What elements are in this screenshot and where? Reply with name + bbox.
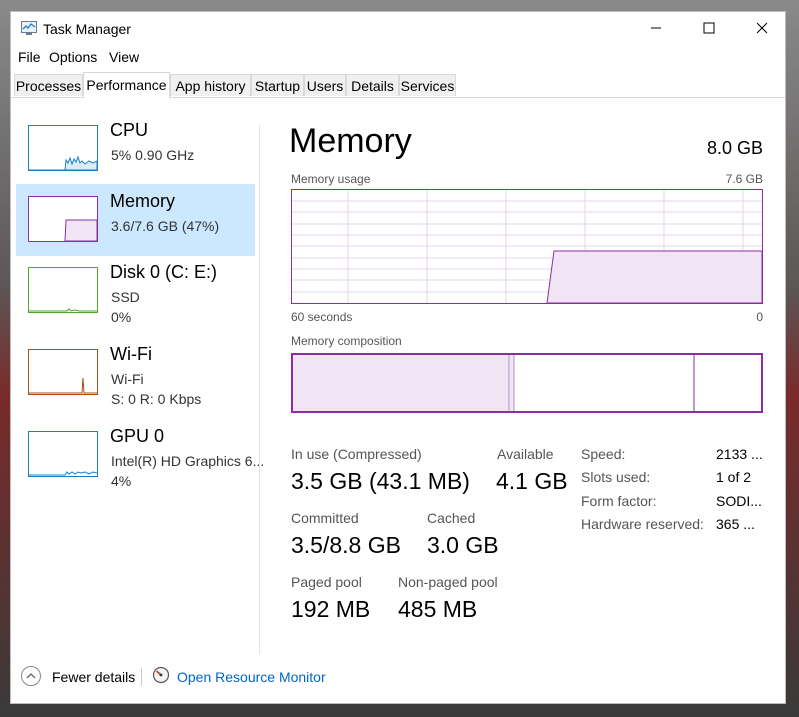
tab-services[interactable]: Services: [399, 74, 456, 96]
sidebar-wifi-name: Wi-Fi: [110, 344, 152, 364]
menu-options[interactable]: Options: [49, 49, 97, 65]
tab-processes[interactable]: Processes: [14, 74, 83, 96]
memory-composition-label: Memory composition: [291, 334, 402, 348]
page-title: Memory: [289, 122, 412, 160]
sidebar-disk-type: SSD: [111, 289, 140, 305]
sidebar-disk-usage: 0%: [111, 309, 132, 325]
menu-view[interactable]: View: [109, 49, 139, 65]
task-manager-app-icon: [21, 21, 37, 35]
gpu-thumbnail-graph: [28, 431, 98, 477]
hardware-reserved-value: 365 ...: [716, 516, 755, 532]
maximize-button[interactable]: [684, 12, 734, 44]
memory-usage-graph: [291, 189, 763, 304]
sidebar-gpu-model: Intel(R) HD Graphics 6...: [111, 453, 265, 469]
minimize-icon: [651, 27, 661, 29]
tab-performance[interactable]: Performance: [83, 72, 170, 98]
sidebar-wifi-throughput: S: 0 R: 0 Kbps: [111, 391, 202, 407]
sidebar-gpu-name: GPU 0: [110, 426, 165, 446]
paged-pool-label: Paged pool: [291, 574, 362, 590]
graph-time-span: 60 seconds: [291, 310, 353, 324]
memory-usage-label: Memory usage: [291, 172, 371, 186]
task-manager-window: Task Manager File Options View Processes…: [10, 11, 786, 704]
form-factor-label: Form factor:: [581, 493, 657, 509]
committed-value: 3.5/8.8 GB: [291, 532, 401, 558]
hardware-reserved-label: Hardware reserved:: [581, 516, 704, 532]
cached-label: Cached: [427, 510, 476, 526]
sidebar-memory-name: Memory: [110, 191, 176, 211]
tab-users[interactable]: Users: [304, 74, 346, 96]
minimize-button[interactable]: [631, 12, 681, 44]
maximize-icon: [703, 22, 715, 34]
nonpaged-pool-value: 485 MB: [398, 596, 478, 622]
window-title: Task Manager: [43, 21, 131, 37]
nonpaged-pool-label: Non-paged pool: [398, 574, 498, 590]
slots-used-value: 1 of 2: [716, 469, 752, 485]
in-use-label: In use (Compressed): [291, 446, 422, 462]
sidebar-item-cpu[interactable]: CPU 5% 0.90 GHz: [16, 113, 255, 185]
composition-in-use: [293, 355, 509, 411]
form-factor-value: SODI...: [716, 493, 762, 509]
menu-bar: File Options View: [11, 48, 785, 68]
memory-composition-bar: [291, 353, 763, 413]
title-bar: Task Manager: [11, 12, 785, 46]
memory-total: 8.0 GB: [706, 138, 763, 158]
memory-usage-graph-svg: [292, 190, 762, 303]
speed-value: 2133 ...: [716, 446, 763, 462]
sidebar-memory-detail: 3.6/7.6 GB (47%): [111, 218, 220, 234]
composition-modified: [510, 355, 514, 411]
available-label: Available: [497, 446, 554, 462]
sidebar-item-memory[interactable]: Memory 3.6/7.6 GB (47%): [16, 184, 255, 256]
footer: Fewer details Open Resource Monitor: [11, 660, 785, 700]
close-button[interactable]: [737, 12, 787, 44]
tab-app-history[interactable]: App history: [170, 74, 251, 96]
sidebar-item-gpu[interactable]: GPU 0 Intel(R) HD Graphics 6... 4%: [16, 419, 264, 491]
committed-label: Committed: [291, 510, 359, 526]
cpu-thumbnail-graph: [28, 125, 98, 171]
tab-strip: Processes Performance App history Startu…: [11, 72, 785, 98]
sidebar-disk-name: Disk 0 (C: E:): [110, 262, 218, 282]
open-resource-monitor-link[interactable]: Open Resource Monitor: [177, 669, 326, 685]
paged-pool-value: 192 MB: [291, 596, 371, 622]
sidebar-cpu-name: CPU: [110, 120, 149, 140]
sidebar-cpu-detail: 5% 0.90 GHz: [111, 147, 195, 163]
footer-separator: [141, 668, 142, 686]
graph-time-now: 0: [756, 310, 763, 324]
close-icon: [756, 22, 768, 34]
fewer-details-button[interactable]: Fewer details: [52, 669, 135, 685]
tab-startup[interactable]: Startup: [251, 74, 304, 96]
cached-value: 3.0 GB: [427, 532, 499, 558]
wifi-thumbnail-graph: [28, 349, 98, 395]
sidebar-item-wifi[interactable]: Wi-Fi Wi-Fi S: 0 R: 0 Kbps: [16, 337, 255, 409]
chevron-up-icon[interactable]: [21, 666, 41, 686]
disk-thumbnail-graph: [28, 267, 98, 313]
slots-used-label: Slots used:: [581, 469, 651, 485]
tab-details[interactable]: Details: [346, 74, 399, 96]
sidebar-wifi-type: Wi-Fi: [111, 371, 144, 387]
sidebar-item-disk[interactable]: Disk 0 (C: E:) SSD 0%: [16, 255, 255, 327]
speed-label: Speed:: [581, 446, 626, 462]
resource-monitor-icon[interactable]: [152, 666, 170, 684]
memory-usage-max: 7.6 GB: [725, 172, 763, 186]
memory-thumbnail-graph: [28, 196, 98, 242]
available-value: 4.1 GB: [496, 468, 568, 494]
menu-file[interactable]: File: [18, 49, 41, 65]
sidebar-gpu-usage: 4%: [111, 473, 132, 489]
sidebar-divider: [259, 124, 260, 654]
in-use-value: 3.5 GB (43.1 MB): [291, 468, 470, 494]
